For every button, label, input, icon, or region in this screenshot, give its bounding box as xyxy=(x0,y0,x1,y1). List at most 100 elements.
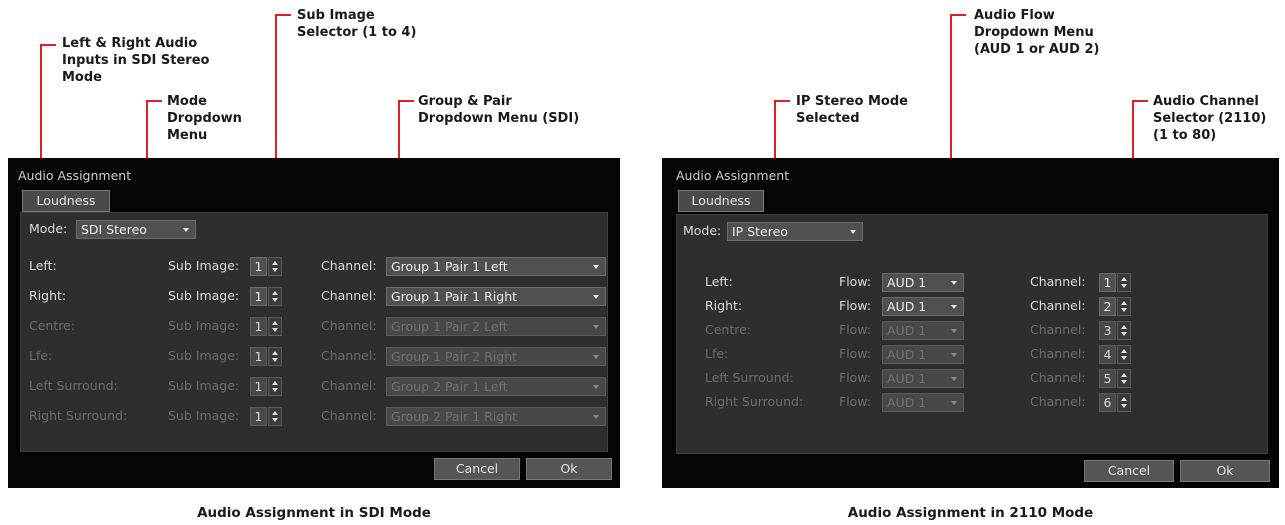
ok-button[interactable]: Ok xyxy=(1180,460,1270,482)
row-label-right-surround: Right Surround: xyxy=(29,408,128,423)
arrow-up-icon xyxy=(272,381,278,385)
annotation-audio-flow: Audio Flow Dropdown Menu (AUD 1 or AUD 2… xyxy=(974,8,1100,57)
arrow-up-icon xyxy=(272,411,278,415)
mode-label: Mode: xyxy=(29,221,68,236)
sub-image-stepper[interactable]: 1 xyxy=(250,257,282,276)
channel-label: Channel: xyxy=(321,258,377,273)
arrow-down-icon xyxy=(1121,380,1127,384)
channel-dropdown[interactable]: Group 2 Pair 1 Left xyxy=(386,377,606,396)
channel-stepper[interactable]: 5 xyxy=(1099,369,1131,388)
sub-image-label: Sub Image: xyxy=(168,318,240,333)
tab-loudness[interactable]: Loudness xyxy=(22,190,110,212)
sub-image-stepper[interactable]: 1 xyxy=(250,317,282,336)
sub-image-stepper[interactable]: 1 xyxy=(250,377,282,396)
chevron-down-icon xyxy=(951,281,957,285)
flow-label: Flow: xyxy=(839,298,872,313)
chevron-down-icon xyxy=(951,377,957,381)
chevron-down-icon xyxy=(593,295,599,299)
channel-label: Channel: xyxy=(1030,274,1086,289)
arrow-up-icon xyxy=(272,351,278,355)
ok-button[interactable]: Ok xyxy=(526,458,612,480)
sub-image-stepper[interactable]: 1 xyxy=(250,287,282,306)
chevron-down-icon xyxy=(951,305,957,309)
channel-label: Channel: xyxy=(1030,322,1086,337)
annotation-group-pair: Group & Pair Dropdown Menu (SDI) xyxy=(418,94,580,126)
audio-assignment-dialog-2110: Audio Assignment Loudness Mode: IP Stere… xyxy=(662,158,1279,488)
assignment-panel: Mode: SDI Stereo Left: Sub Image: 1 Chan… xyxy=(20,212,608,452)
chevron-down-icon xyxy=(850,230,856,234)
sub-image-label: Sub Image: xyxy=(168,408,240,423)
flow-label: Flow: xyxy=(839,274,872,289)
arrow-down-icon xyxy=(1121,308,1127,312)
row-label-centre: Centre: xyxy=(705,322,752,337)
channel-label: Channel: xyxy=(321,288,377,303)
channel-dropdown[interactable]: Group 1 Pair 2 Right xyxy=(386,347,606,366)
row-label-right-surround: Right Surround: xyxy=(705,394,804,409)
channel-stepper[interactable]: 6 xyxy=(1099,393,1131,412)
arrow-down-icon xyxy=(1121,404,1127,408)
mode-dropdown[interactable]: IP Stereo xyxy=(727,222,863,241)
flow-dropdown[interactable]: AUD 1 xyxy=(882,369,964,388)
channel-label: Channel: xyxy=(321,348,377,363)
sub-image-label: Sub Image: xyxy=(168,288,240,303)
sub-image-label: Sub Image: xyxy=(168,258,240,273)
flow-label: Flow: xyxy=(839,322,872,337)
arrow-down-icon xyxy=(272,328,278,332)
audio-assignment-dialog-sdi: Audio Assignment Loudness Mode: SDI Ster… xyxy=(8,158,620,488)
arrow-up-icon xyxy=(1121,301,1127,305)
tab-loudness[interactable]: Loudness xyxy=(678,190,764,212)
arrow-up-icon xyxy=(1121,349,1127,353)
channel-stepper[interactable]: 3 xyxy=(1099,321,1131,340)
arrow-up-icon xyxy=(1121,277,1127,281)
sub-image-stepper[interactable]: 1 xyxy=(250,347,282,366)
arrow-up-icon xyxy=(1121,373,1127,377)
cancel-button[interactable]: Cancel xyxy=(434,458,520,480)
channel-stepper[interactable]: 2 xyxy=(1099,297,1131,316)
chevron-down-icon xyxy=(593,415,599,419)
sub-image-label: Sub Image: xyxy=(168,378,240,393)
sub-image-label: Sub Image: xyxy=(168,348,240,363)
flow-dropdown[interactable]: AUD 1 xyxy=(882,297,964,316)
arrow-down-icon xyxy=(1121,284,1127,288)
channel-label: Channel: xyxy=(321,408,377,423)
flow-dropdown[interactable]: AUD 1 xyxy=(882,321,964,340)
flow-dropdown[interactable]: AUD 1 xyxy=(882,393,964,412)
cancel-button[interactable]: Cancel xyxy=(1084,460,1174,482)
assignment-panel: Mode: IP Stereo Left: Flow: AUD 1 Channe… xyxy=(676,214,1268,454)
arrow-down-icon xyxy=(272,298,278,302)
arrow-up-icon xyxy=(1121,397,1127,401)
channel-label: Channel: xyxy=(321,378,377,393)
annotation-ip-stereo: IP Stereo Mode Selected xyxy=(796,94,908,126)
channel-label: Channel: xyxy=(1030,346,1086,361)
arrow-down-icon xyxy=(272,358,278,362)
mode-label: Mode: xyxy=(683,223,722,238)
channel-dropdown[interactable]: Group 1 Pair 1 Left xyxy=(386,257,606,276)
flow-label: Flow: xyxy=(839,394,872,409)
caption-2110: Audio Assignment in 2110 Mode xyxy=(847,505,1094,521)
channel-stepper[interactable]: 4 xyxy=(1099,345,1131,364)
channel-dropdown[interactable]: Group 1 Pair 1 Right xyxy=(386,287,606,306)
row-label-right: Right: xyxy=(29,288,67,303)
channel-dropdown[interactable]: Group 1 Pair 2 Left xyxy=(386,317,606,336)
annotation-audio-channel: Audio Channel Selector (2110) (1 to 80) xyxy=(1153,94,1267,143)
flow-dropdown[interactable]: AUD 1 xyxy=(882,273,964,292)
row-label-left: Left: xyxy=(29,258,57,273)
chevron-down-icon xyxy=(593,325,599,329)
chevron-down-icon xyxy=(593,265,599,269)
flow-label: Flow: xyxy=(839,370,872,385)
row-label-lfe: Lfe: xyxy=(705,346,729,361)
arrow-down-icon xyxy=(272,388,278,392)
channel-label: Channel: xyxy=(1030,298,1086,313)
dialog-title: Audio Assignment xyxy=(18,168,132,183)
flow-dropdown[interactable]: AUD 1 xyxy=(882,345,964,364)
annotation-sub-image: Sub Image Selector (1 to 4) xyxy=(297,8,417,40)
channel-dropdown[interactable]: Group 2 Pair 1 Right xyxy=(386,407,606,426)
row-label-left: Left: xyxy=(705,274,733,289)
mode-dropdown[interactable]: SDI Stereo xyxy=(76,220,196,239)
channel-label: Channel: xyxy=(321,318,377,333)
sub-image-stepper[interactable]: 1 xyxy=(250,407,282,426)
arrow-up-icon xyxy=(272,291,278,295)
chevron-down-icon xyxy=(951,401,957,405)
channel-stepper[interactable]: 1 xyxy=(1099,273,1131,292)
arrow-down-icon xyxy=(272,268,278,272)
